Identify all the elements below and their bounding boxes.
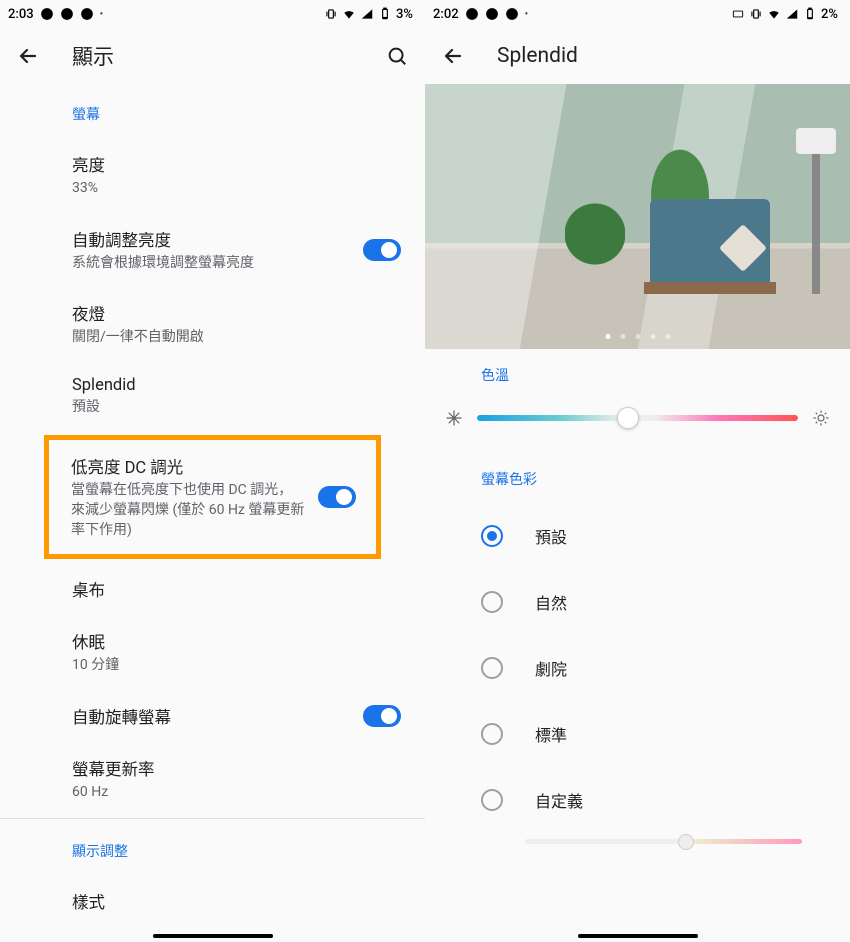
item-title: Splendid (72, 376, 401, 395)
item-night-light[interactable]: 夜燈 關閉/一律不自動開啟 (0, 287, 425, 362)
item-title: 自動旋轉螢幕 (72, 704, 351, 728)
item-sub: 關閉/一律不自動開啟 (72, 328, 401, 348)
item-auto-brightness[interactable]: 自動調整亮度 系統會根據環境調整螢幕亮度 (0, 213, 425, 288)
color-temp-slider[interactable] (477, 415, 798, 421)
item-wallpaper[interactable]: 桌布 (0, 563, 425, 615)
highlight-annotation: 低亮度 DC 調光 當螢幕在低亮度下也使用 DC 調光，來減少螢幕閃爍 (僅於 … (44, 435, 381, 559)
snowflake-icon (445, 409, 463, 427)
more-notifications-icon: • (525, 9, 529, 20)
search-button[interactable] (385, 44, 409, 68)
plant-decor (565, 194, 625, 294)
gesture-handle[interactable] (578, 934, 698, 938)
radio-indicator[interactable] (481, 591, 503, 613)
facebook-icon (60, 7, 74, 21)
item-style[interactable]: 樣式 (0, 875, 425, 927)
facebook-icon (485, 7, 499, 21)
section-header-screen: 螢幕 (0, 84, 425, 138)
facebook-icon (505, 7, 519, 21)
item-title: 低亮度 DC 調光 (71, 454, 306, 478)
toggle-auto-rotate[interactable] (363, 705, 401, 727)
custom-tint-slider[interactable] (525, 839, 802, 844)
page-title: Splendid (497, 44, 578, 68)
back-button[interactable] (441, 44, 465, 68)
item-sub: 60 Hz (72, 783, 401, 803)
messenger-icon (465, 7, 479, 21)
radio-cinema[interactable]: 劇院 (425, 635, 850, 701)
app-bar: Splendid (425, 28, 850, 84)
battery-icon (803, 7, 817, 21)
radio-custom[interactable]: 自定義 (425, 767, 850, 833)
item-sleep[interactable]: 休眠 10 分鐘 (0, 615, 425, 690)
sun-icon (812, 409, 830, 427)
item-sub: 系統會根據環境調整螢幕亮度 (72, 254, 351, 274)
back-button[interactable] (16, 44, 40, 68)
item-brightness[interactable]: 亮度 33% (0, 138, 425, 213)
radio-indicator[interactable] (481, 525, 503, 547)
item-title: 自動調整亮度 (72, 227, 351, 251)
radio-label: 預設 (535, 524, 567, 548)
battery-percent: 3% (396, 7, 413, 22)
preview-image[interactable] (425, 84, 850, 349)
radio-indicator[interactable] (481, 657, 503, 679)
radio-label: 自定義 (535, 788, 583, 812)
vibrate-icon (749, 7, 763, 21)
color-temp-slider-row (425, 391, 850, 445)
more-notifications-icon: • (100, 9, 104, 20)
page-title: 顯示 (72, 41, 114, 71)
slider-thumb[interactable] (617, 407, 639, 429)
wifi-icon (767, 7, 781, 21)
status-bar: 2:03 • 3% (0, 0, 425, 28)
item-sub: 10 分鐘 (72, 656, 401, 676)
gesture-handle[interactable] (153, 934, 273, 938)
radio-standard[interactable]: 標準 (425, 701, 850, 767)
item-sub: 預設 (72, 398, 401, 418)
toggle-dc-dimming[interactable] (318, 486, 356, 508)
status-time: 2:02 (433, 7, 459, 22)
item-title: 夜燈 (72, 301, 401, 325)
item-dc-dimming[interactable]: 低亮度 DC 調光 當螢幕在低亮度下也使用 DC 調光，來減少螢幕閃爍 (僅於 … (49, 440, 376, 554)
section-header-color-temp: 色溫 (425, 349, 850, 391)
section-header-screen-color: 螢幕色彩 (425, 445, 850, 503)
facebook-icon (80, 7, 94, 21)
item-title: 桌布 (72, 577, 401, 601)
radio-natural[interactable]: 自然 (425, 569, 850, 635)
status-bar: 2:02 • 2% (425, 0, 850, 28)
section-header-display-adj: 顯示調整 (0, 821, 425, 875)
item-title: 樣式 (72, 889, 401, 913)
page-indicator (605, 334, 670, 339)
settings-list: 螢幕 亮度 33% 自動調整亮度 系統會根據環境調整螢幕亮度 夜燈 關閉/一律不… (0, 84, 425, 942)
item-sub: 當螢幕在低亮度下也使用 DC 調光，來減少螢幕閃爍 (僅於 60 Hz 螢幕更新… (71, 481, 306, 540)
lamp-decor (812, 154, 820, 294)
toggle-auto-brightness[interactable] (363, 239, 401, 261)
radio-label: 劇院 (535, 656, 567, 680)
radio-preset[interactable]: 預設 (425, 503, 850, 569)
slider-thumb[interactable] (678, 834, 694, 850)
item-title: 螢幕更新率 (72, 756, 401, 780)
radio-label: 自然 (535, 590, 567, 614)
item-sub: 33% (72, 179, 401, 199)
status-time: 2:03 (8, 7, 34, 22)
wifi-icon (342, 7, 356, 21)
radio-indicator[interactable] (481, 723, 503, 745)
nfc-icon (731, 7, 745, 21)
radio-indicator[interactable] (481, 789, 503, 811)
right-screenshot: 2:02 • 2% Splendid 色溫 (425, 0, 850, 942)
vibrate-icon (324, 7, 338, 21)
radio-label: 標準 (535, 722, 567, 746)
signal-icon (360, 7, 374, 21)
item-auto-rotate[interactable]: 自動旋轉螢幕 (0, 690, 425, 742)
divider (0, 818, 425, 819)
battery-icon (378, 7, 392, 21)
left-screenshot: 2:03 • 3% 顯示 螢幕 亮度 33% (0, 0, 425, 942)
signal-icon (785, 7, 799, 21)
messenger-icon (40, 7, 54, 21)
item-title: 亮度 (72, 152, 401, 176)
battery-percent: 2% (821, 7, 838, 22)
item-splendid[interactable]: Splendid 預設 (0, 362, 425, 432)
item-refresh-rate[interactable]: 螢幕更新率 60 Hz (0, 742, 425, 817)
app-bar: 顯示 (0, 28, 425, 84)
item-title: 休眠 (72, 629, 401, 653)
